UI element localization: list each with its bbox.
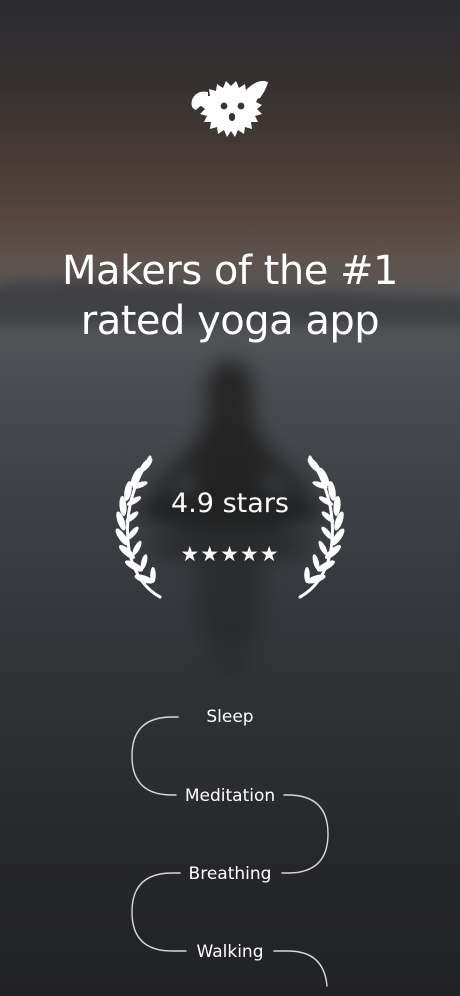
activity-walking: Walking bbox=[196, 942, 264, 962]
headline-line-1: Makers of the #1 bbox=[62, 248, 398, 294]
rating-text: 4.9 stars bbox=[171, 488, 289, 519]
activity-meditation: Meditation bbox=[184, 786, 276, 806]
activity-sleep: Sleep bbox=[206, 707, 254, 727]
laurel-right-icon bbox=[298, 455, 345, 599]
headline: Makers of the #1 rated yoga app bbox=[0, 246, 460, 346]
dog-logo-icon bbox=[191, 81, 268, 137]
onboarding-screen: Makers of the #1 rated yoga app 4.9 star… bbox=[0, 0, 460, 996]
headline-line-2: rated yoga app bbox=[80, 298, 380, 344]
activity-breathing: Breathing bbox=[188, 864, 272, 884]
star-rating: ★★★★★ bbox=[180, 542, 280, 566]
laurel-left-icon bbox=[115, 455, 162, 599]
